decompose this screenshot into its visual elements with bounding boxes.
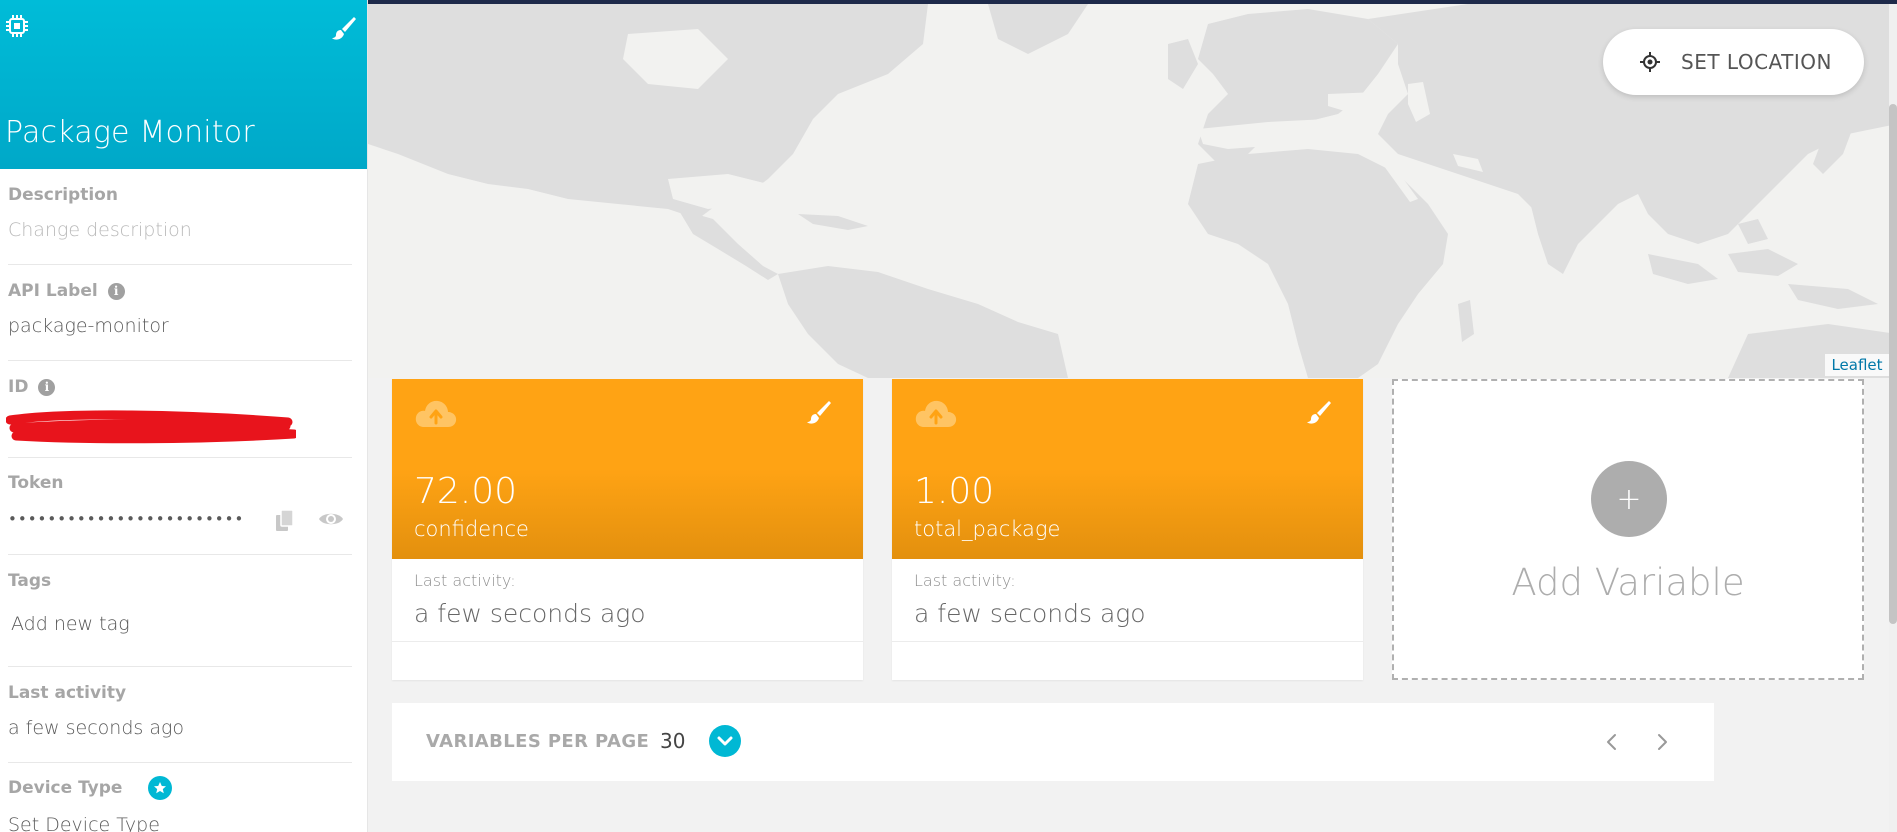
last-activity-label: Last activity:	[914, 571, 1016, 590]
api-label-label: API Label	[8, 281, 98, 301]
per-page-dropdown[interactable]	[709, 725, 741, 757]
scrollbar[interactable]	[1889, 4, 1897, 832]
divider	[8, 666, 352, 667]
last-activity-value: a few seconds ago	[914, 599, 1146, 628]
device-type-label: Device Type	[8, 778, 123, 798]
add-variable-label: Add Variable	[1511, 561, 1745, 604]
pagination-bar: VARIABLES PER PAGE 30	[392, 703, 1714, 781]
device-title: Package Monitor	[5, 115, 255, 150]
set-location-button[interactable]: SET LOCATION	[1603, 29, 1864, 95]
device-sidebar: Package Monitor Description Change descr…	[0, 0, 368, 832]
set-location-label: SET LOCATION	[1681, 50, 1832, 74]
divider	[8, 457, 352, 458]
variable-value: 72.00	[414, 471, 518, 512]
variable-card-header: 1.00 total_package	[892, 379, 1363, 559]
cloud-upload-icon	[415, 400, 457, 427]
last-activity-label: Last activity	[8, 683, 127, 703]
last-activity-value: a few seconds ago	[8, 717, 185, 739]
variable-name: total_package	[914, 517, 1061, 541]
cloud-upload-icon	[915, 400, 957, 427]
token-value: ••••••••••••••••••••••••	[8, 510, 245, 528]
divider	[892, 641, 1363, 642]
device-type-value[interactable]: Set Device Type	[8, 814, 352, 832]
redaction-scribble	[6, 410, 296, 444]
info-icon[interactable]: i	[38, 378, 56, 396]
scrollbar-thumb[interactable]	[1889, 104, 1897, 624]
divider	[8, 762, 352, 763]
id-label: ID	[8, 377, 29, 397]
eye-icon[interactable]	[318, 509, 344, 529]
tags-field: Tags Add new tag	[8, 571, 352, 635]
divider	[8, 554, 352, 555]
description-label: Description	[8, 185, 118, 205]
variables-per-page-label: VARIABLES PER PAGE	[426, 731, 650, 752]
description-field: Description Change description	[8, 185, 352, 241]
api-label-field: API Label i package-monitor	[8, 281, 352, 337]
device-type-field: Device Type Set Device Type	[8, 776, 352, 832]
token-field: Token ••••••••••••••••••••••••	[8, 473, 352, 539]
paintbrush-icon[interactable]	[805, 399, 831, 425]
variable-card-confidence[interactable]: 72.00 confidence Last activity: a few se…	[392, 379, 863, 680]
add-tag-input[interactable]: Add new tag	[11, 613, 352, 635]
api-label-value[interactable]: package-monitor	[8, 315, 352, 337]
variable-name: confidence	[414, 517, 529, 541]
last-activity-value: a few seconds ago	[414, 599, 646, 628]
copy-icon[interactable]	[274, 509, 296, 533]
chevron-down-icon	[717, 736, 733, 746]
leaflet-attribution-link[interactable]: Leaflet	[1825, 354, 1889, 376]
crosshair-icon	[1640, 52, 1660, 72]
chevron-right-icon[interactable]	[1647, 727, 1677, 757]
add-variable-button[interactable]: + Add Variable	[1392, 379, 1864, 680]
paintbrush-icon[interactable]	[1305, 399, 1331, 425]
variable-card-header: 72.00 confidence	[392, 379, 863, 559]
divider	[8, 264, 352, 265]
divider	[392, 641, 863, 642]
info-icon[interactable]: i	[107, 282, 125, 300]
paintbrush-icon[interactable]	[330, 15, 356, 41]
chip-icon	[6, 15, 28, 37]
device-header: Package Monitor	[0, 0, 367, 169]
star-icon[interactable]	[148, 776, 173, 800]
chevron-left-icon[interactable]	[1597, 727, 1627, 757]
per-page-value[interactable]: 30	[660, 729, 685, 753]
description-input[interactable]: Change description	[8, 219, 352, 241]
token-label: Token	[8, 473, 64, 493]
id-field: ID i	[8, 377, 352, 397]
last-activity-label: Last activity:	[414, 571, 516, 590]
variable-value: 1.00	[914, 471, 995, 512]
divider	[8, 360, 352, 361]
tags-label: Tags	[8, 571, 52, 591]
last-activity-field: Last activity a few seconds ago	[8, 683, 352, 739]
variable-card-total-package[interactable]: 1.00 total_package Last activity: a few …	[892, 379, 1363, 680]
plus-icon: +	[1591, 461, 1667, 537]
